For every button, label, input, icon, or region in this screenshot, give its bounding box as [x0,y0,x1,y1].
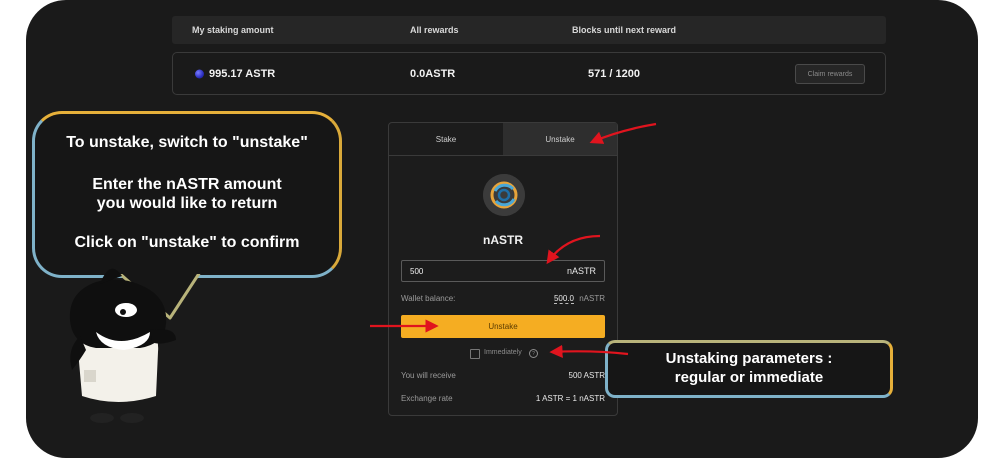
annotation-arrows [370,122,657,359]
arrow-to-amount-input [546,234,601,265]
arrow-to-immediately [549,344,629,359]
arrow-to-unstake-tab [589,122,657,144]
